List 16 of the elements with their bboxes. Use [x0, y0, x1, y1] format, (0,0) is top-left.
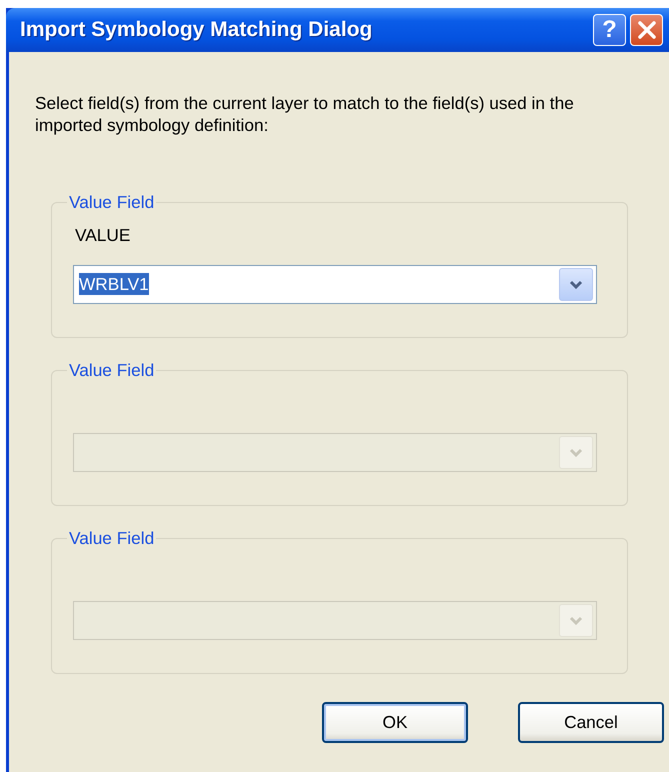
help-button[interactable]: ? [593, 14, 626, 46]
chevron-down-icon [569, 616, 583, 626]
group-label: Value Field [68, 528, 156, 549]
close-button[interactable] [630, 14, 663, 46]
cancel-button[interactable]: Cancel [518, 702, 664, 743]
close-icon [636, 20, 656, 40]
dropdown-button[interactable] [559, 268, 593, 301]
group-label: Value Field [68, 360, 156, 381]
dropdown-field[interactable]: WRBLV1 [73, 265, 597, 304]
group-label: Value Field [68, 192, 156, 213]
window-title: Import Symbology Matching Dialog [20, 18, 374, 42]
instruction-text: Select field(s) from the current layer to match to the field(s) used in the imported symbology definition: [35, 92, 575, 136]
chevron-down-icon [569, 280, 583, 290]
field-label: VALUE [75, 225, 132, 247]
ok-button[interactable]: OK [322, 702, 468, 743]
chevron-down-icon [569, 448, 583, 458]
